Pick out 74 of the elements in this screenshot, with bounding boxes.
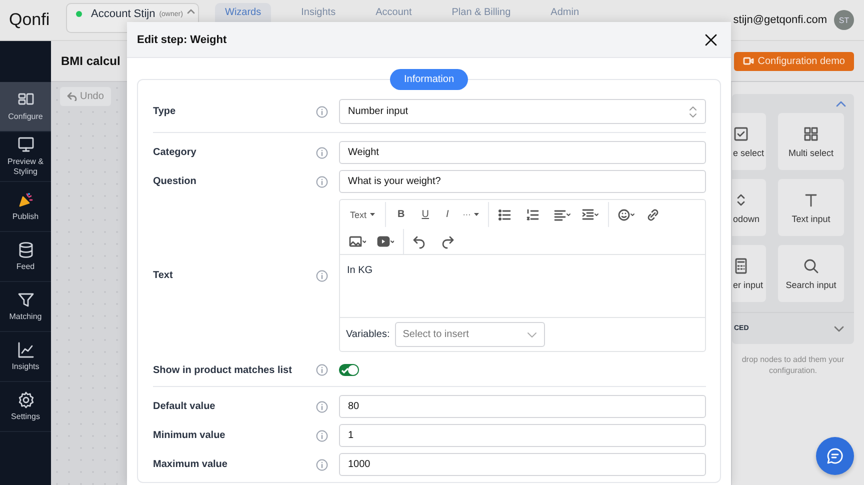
funnel-icon [16, 291, 34, 309]
image-icon[interactable] [349, 234, 366, 248]
caret-down-icon [370, 213, 375, 216]
hint-text: drop nodes to add them your configuration. [740, 354, 846, 376]
checkmark-icon [341, 366, 349, 374]
input-field[interactable]: Weight [339, 141, 706, 164]
undo-icon [67, 92, 77, 101]
field-label: Category [153, 147, 198, 158]
field-label: Default value [153, 401, 216, 412]
line-chart-icon [16, 341, 34, 359]
input-field[interactable]: 1000 [339, 453, 706, 476]
database-icon [16, 241, 34, 259]
info-icon [316, 400, 328, 412]
toggle-switch[interactable] [339, 364, 359, 376]
node-card[interactable]: e select [732, 113, 766, 170]
info-icon [316, 270, 328, 282]
info-icon [316, 458, 328, 470]
chat-bubble-icon [826, 447, 844, 465]
letter-t-icon [803, 192, 819, 208]
input-field[interactable]: 1 [339, 424, 706, 447]
input-field[interactable]: What is your weight? [339, 170, 706, 193]
info-icon [316, 364, 328, 376]
chevron-down-icon[interactable] [834, 326, 844, 332]
variables-select[interactable]: Select to insert [394, 322, 545, 347]
node-card[interactable]: er input [732, 245, 766, 302]
chevron-down-icon [526, 332, 537, 338]
align-left-icon[interactable] [554, 208, 571, 222]
info-icon [316, 106, 328, 118]
toggle-knob[interactable] [348, 365, 358, 375]
bold-button[interactable]: B [392, 207, 411, 222]
search-icon [803, 258, 819, 274]
type-select[interactable]: Number input [339, 99, 706, 124]
close-icon [705, 34, 717, 46]
caret-down-icon [474, 213, 479, 216]
party-popper-icon [16, 191, 34, 209]
sidebar-item[interactable]: Configure [0, 82, 51, 132]
chevron-up-icon [186, 8, 195, 14]
checkbox-icon [733, 126, 749, 142]
italic-button[interactable]: I [440, 207, 455, 222]
editor-text[interactable]: In KG [340, 255, 705, 318]
video-camera-icon [742, 57, 754, 65]
chevron-up-icon[interactable] [836, 101, 846, 107]
field-label: Text [153, 270, 174, 281]
indent-icon[interactable] [582, 208, 599, 222]
dialog-title: Edit step: Weight [137, 34, 227, 46]
field-label: Show in product matches list [153, 364, 293, 376]
node-card[interactable]: odown [732, 179, 766, 236]
field-label: Type [153, 106, 177, 117]
close-button[interactable] [703, 32, 719, 48]
field-label: Question [153, 176, 198, 187]
page-title: BMI calcul [61, 54, 120, 68]
field-label: Maximum value [153, 459, 228, 470]
node-card[interactable]: Text input [778, 179, 844, 236]
up-down-chevron-icon [689, 106, 697, 118]
info-icon [316, 430, 328, 442]
underline-button[interactable]: U [416, 207, 435, 222]
info-icon [316, 146, 328, 158]
smiley-icon[interactable] [618, 208, 635, 222]
more-button[interactable]: ··· [460, 208, 482, 221]
information-tab[interactable]: Information [390, 69, 468, 90]
info-icon [316, 176, 328, 188]
variables-label: Variables: [346, 329, 390, 340]
format-dropdown[interactable]: Text [346, 208, 379, 222]
settings-icon [16, 391, 34, 409]
grid-icon [803, 126, 819, 142]
input-field[interactable]: 80 [339, 395, 706, 418]
logo[interactable]: Qonfi [9, 10, 66, 30]
monitor-icon [16, 136, 34, 154]
video-icon[interactable] [377, 234, 394, 248]
calculator-icon [733, 258, 749, 274]
node-card[interactable]: Search input [778, 245, 844, 302]
user-email: stijn@getqonfi.com [733, 14, 827, 26]
node-card[interactable]: Multi select [778, 113, 844, 170]
field-label: Minimum value [153, 430, 226, 441]
